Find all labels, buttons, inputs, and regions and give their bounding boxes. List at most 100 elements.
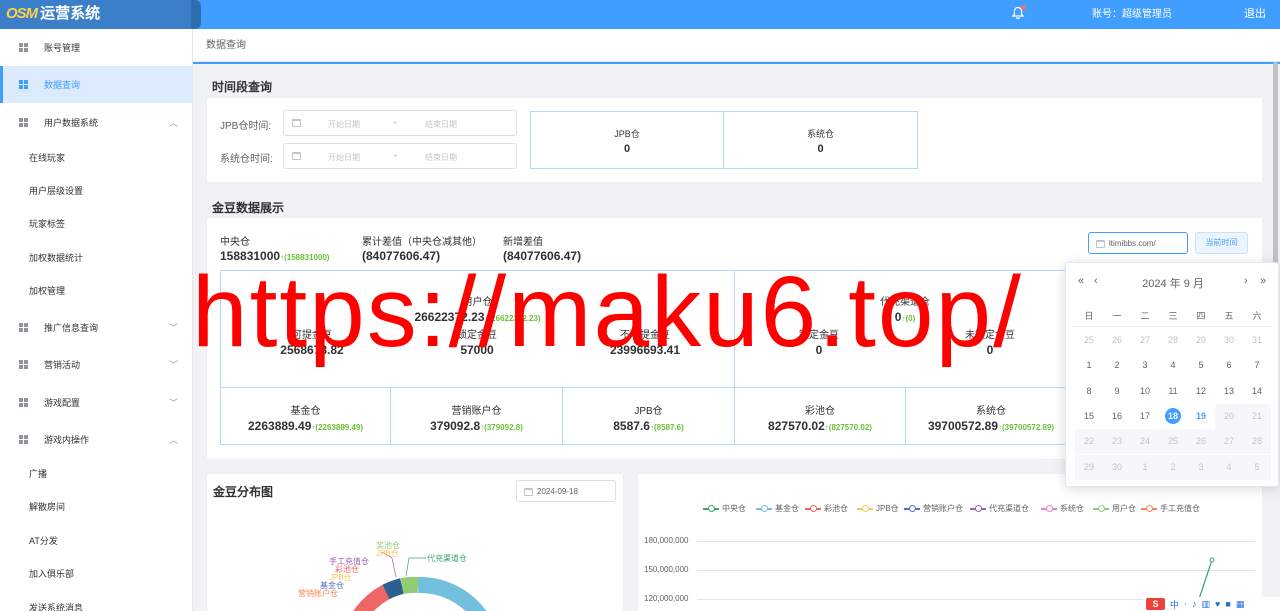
tray-item[interactable]: ■: [1225, 599, 1230, 609]
calendar-day[interactable]: 31: [1243, 328, 1271, 353]
calendar-day[interactable]: 27: [1131, 328, 1159, 353]
legend-item[interactable]: 手工充值仓: [1141, 503, 1200, 514]
legend-label: 代充渠道仓: [989, 504, 1029, 513]
calendar-day[interactable]: 29: [1187, 328, 1215, 353]
cell-value: 379092.8: [430, 419, 481, 433]
calendar-day[interactable]: 12: [1187, 379, 1215, 404]
next-month-button[interactable]: ›: [1244, 275, 1248, 287]
watermark: https://maku6.top/: [192, 256, 1023, 368]
calendar-day[interactable]: 5: [1187, 353, 1215, 378]
calendar-day[interactable]: 7: [1243, 353, 1271, 378]
legend-item[interactable]: 代充渠道仓: [970, 503, 1029, 514]
calendar-day[interactable]: 3: [1131, 353, 1159, 378]
calendar-day[interactable]: 15: [1075, 404, 1103, 429]
calendar-day[interactable]: 18: [1159, 404, 1187, 429]
calendar-day[interactable]: 1: [1075, 353, 1103, 378]
menu-user-data[interactable]: 用户数据系统 ︿: [0, 104, 192, 141]
calendar-day[interactable]: 25: [1075, 328, 1103, 353]
jpb-warehouse: JPB仓 8587.6↑(8587.6): [562, 387, 735, 445]
tray-item[interactable]: 中: [1170, 598, 1179, 611]
legend-item[interactable]: 系统仓: [1041, 503, 1084, 514]
tray-item[interactable]: ▥: [1202, 599, 1211, 610]
menu-game-config[interactable]: 游戏配置 ﹀: [0, 384, 192, 421]
menu-label: 游戏配置: [44, 398, 81, 408]
fund-warehouse: 基金仓 2263889.49↑(2263889.49): [220, 387, 391, 445]
cell-value: 2263889.49: [248, 419, 312, 433]
calendar-day[interactable]: 8: [1075, 379, 1103, 404]
menu-in-game-ops[interactable]: 游戏内操作 ︿: [0, 421, 192, 458]
calendar-day[interactable]: 28: [1159, 328, 1187, 353]
grid-icon: [19, 360, 28, 369]
pie-slice: [417, 576, 487, 611]
date-picker-popup[interactable]: « ‹ 2024 年 9 月 › » 日一二三四五六 25 26 27 28 29 30 31…: [1065, 262, 1279, 487]
menu-account[interactable]: 账号管理: [0, 29, 192, 66]
calendar-day[interactable]: 30: [1215, 328, 1243, 353]
distribution-date-input[interactable]: 2024-09-18: [516, 480, 616, 502]
calendar-day[interactable]: 9: [1103, 379, 1131, 404]
calendar-day[interactable]: 11: [1159, 379, 1187, 404]
jpb-date-range[interactable]: 开始日期 - 结束日期: [283, 110, 517, 136]
ime-badge[interactable]: S: [1146, 598, 1165, 610]
legend-item[interactable]: 彩池仓: [805, 503, 848, 514]
legend-item[interactable]: 营销账户仓: [904, 503, 963, 514]
distribution-title: 金豆分布图: [213, 485, 274, 499]
weekday-label: 二: [1140, 311, 1150, 321]
calendar-day[interactable]: 19: [1187, 404, 1215, 429]
calendar-day[interactable]: 6: [1215, 353, 1243, 378]
grid-icon: [19, 80, 28, 89]
weekday-label: 六: [1252, 311, 1262, 321]
distribution-pie: [353, 551, 487, 611]
calendar-day[interactable]: 14: [1243, 379, 1271, 404]
tray-item[interactable]: ▦: [1236, 599, 1245, 610]
system-date-range[interactable]: 开始日期 - 结束日期: [283, 143, 517, 169]
account-label: 账号：超级管理员: [1092, 9, 1172, 20]
gridline: [697, 541, 1255, 542]
gold-date-input[interactable]: ltimibbs.com/: [1088, 232, 1188, 254]
weekday-label: 四: [1196, 311, 1206, 321]
submenu-join-club[interactable]: 加入俱乐部: [0, 558, 192, 591]
legend-item[interactable]: JPB仓: [857, 503, 899, 514]
submenu-online-players[interactable]: 在线玩家: [0, 142, 192, 175]
tray-item[interactable]: ♥: [1215, 599, 1220, 609]
submenu-player-tags[interactable]: 玩家标签: [0, 208, 192, 241]
calendar-day[interactable]: 4: [1159, 353, 1187, 378]
logout-link[interactable]: 退出: [1244, 0, 1266, 29]
chevron-down-icon: ﹀: [168, 323, 178, 333]
current-time-button[interactable]: 当前时间: [1195, 232, 1248, 254]
calendar-day[interactable]: 13: [1215, 379, 1243, 404]
menu-marketing[interactable]: 营销活动 ﹀: [0, 346, 192, 383]
submenu-at-dispatch[interactable]: AT分发: [0, 525, 192, 558]
menu-label: 游戏内操作: [44, 435, 90, 445]
calendar-day[interactable]: 17: [1131, 404, 1159, 429]
submenu-broadcast[interactable]: 广播: [0, 458, 192, 491]
pie-slice: [353, 584, 391, 611]
calendar-day[interactable]: 10: [1131, 379, 1159, 404]
system-time-label: 系统仓时间:: [220, 154, 273, 165]
calendar-day[interactable]: 16: [1103, 404, 1131, 429]
next-year-button[interactable]: »: [1260, 275, 1266, 287]
menu-promotion[interactable]: 推广信息查询 ﹀: [0, 309, 192, 346]
tray-item[interactable]: ♪: [1192, 599, 1197, 609]
submenu-weighted-stats[interactable]: 加权数据统计: [0, 242, 192, 275]
menu-label: 数据查询: [44, 80, 81, 90]
calendar-day[interactable]: 26: [1103, 328, 1131, 353]
menu-data-query[interactable]: 数据查询: [0, 66, 192, 103]
calendar-day[interactable]: 2: [1103, 353, 1131, 378]
logo-title: 运营系统: [40, 5, 101, 22]
cell-title: JPB仓: [634, 406, 663, 417]
submenu-user-level[interactable]: 用户层级设置: [0, 175, 192, 208]
cell-title: 系统仓: [976, 406, 1006, 417]
submenu-dissolve-room[interactable]: 解散房间: [0, 491, 192, 524]
legend-item[interactable]: 用户仓: [1093, 503, 1136, 514]
tray-item[interactable]: ·: [1184, 599, 1187, 609]
system-warehouse: 系统仓 39700572.89↑(39700572.89): [905, 387, 1077, 445]
submenu-system-message[interactable]: 发送系统消息: [0, 592, 192, 611]
legend-item[interactable]: 中央仓: [703, 503, 746, 514]
cell-title: 彩池仓: [805, 406, 835, 417]
legend-item[interactable]: 基金仓: [756, 503, 799, 514]
pie-label: JPB仓: [376, 549, 399, 558]
legend-label: 营销账户仓: [923, 504, 963, 513]
grid-icon: [19, 43, 28, 52]
legend-label: JPB仓: [876, 504, 899, 513]
submenu-weighted-manage[interactable]: 加权管理: [0, 275, 192, 308]
